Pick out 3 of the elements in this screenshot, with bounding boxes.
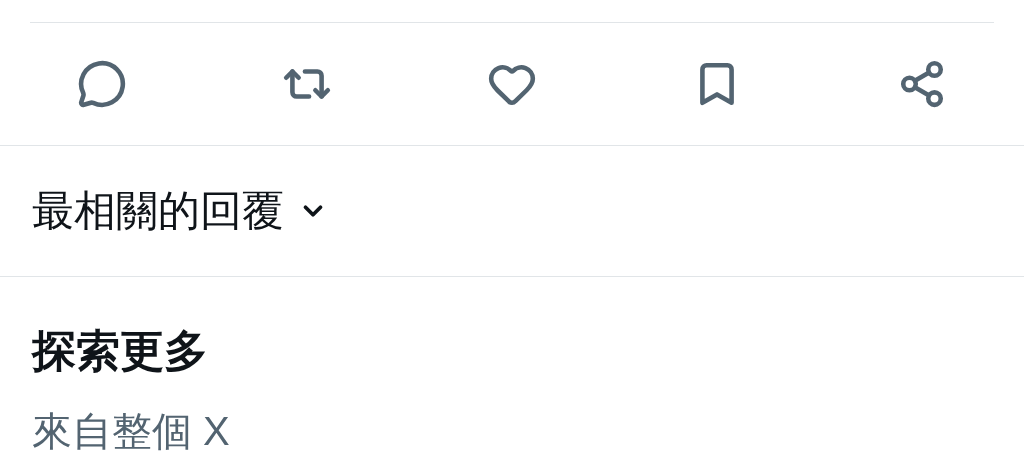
section-title: 探索更多	[32, 329, 209, 373]
reply-sort-dropdown[interactable]: 最相關的回覆	[32, 190, 328, 232]
section-subtitle: 來自整個 X	[32, 411, 231, 451]
